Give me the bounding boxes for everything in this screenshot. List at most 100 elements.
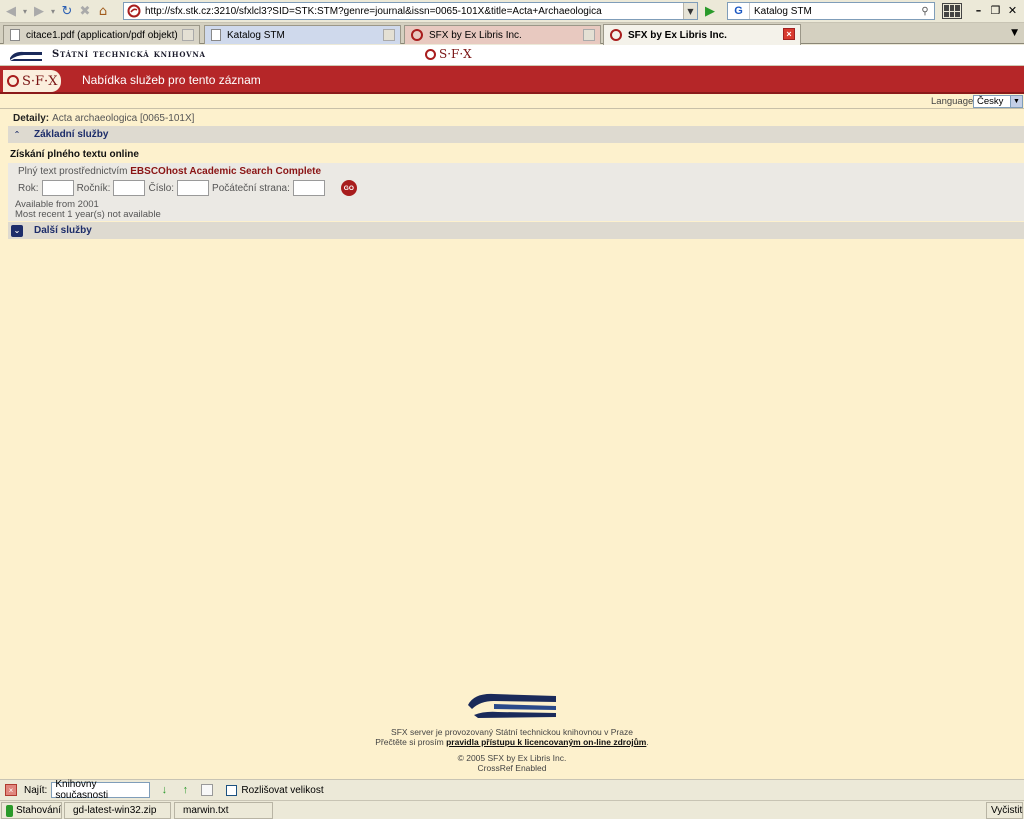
find-bar: × Najít: Knihovny současnosti ↓ ↑ Rozliš… <box>0 779 1024 801</box>
tab-bar: citace1.pdf (application/pdf objekt) Kat… <box>0 23 1024 45</box>
stk-footer-logo-icon <box>468 693 556 718</box>
find-next-icon[interactable]: ↓ <box>157 783 171 797</box>
match-case-checkbox[interactable] <box>226 784 238 796</box>
provider-prefix: Plný text prostřednictvím <box>18 166 128 177</box>
forward-icon[interactable]: ▶ <box>30 2 48 20</box>
search-bar[interactable]: G Katalog STM ⚲ <box>727 2 935 20</box>
tab-close-icon[interactable] <box>583 29 595 41</box>
download-icon <box>6 804 13 817</box>
download-item[interactable]: marwin.txt <box>174 802 273 819</box>
web-page: Státní technická knihovna S·F·X S·F·X Na… <box>0 45 1024 779</box>
url-history-dropdown-icon[interactable]: ▼ <box>683 3 697 19</box>
year-input[interactable] <box>41 180 74 196</box>
section-label[interactable]: Základní služby <box>34 129 108 140</box>
section-other-services[interactable]: ⌄ Další služby <box>8 222 1024 239</box>
chevron-down-icon[interactable]: ▼ <box>1010 96 1022 107</box>
library-name: Státní technická knihovna <box>52 49 206 60</box>
document-icon <box>211 29 221 41</box>
details-label: Detaily: <box>13 113 50 124</box>
footer-policy-prefix: Přečtěte si prosím <box>375 737 444 747</box>
sfx-favicon-icon <box>610 29 622 41</box>
issue-label: Číslo: <box>148 182 175 194</box>
sfx-favicon-icon <box>127 4 141 18</box>
stop-icon[interactable]: ✖ <box>76 2 94 20</box>
issue-input[interactable] <box>177 180 210 196</box>
find-close-icon[interactable]: × <box>5 784 17 796</box>
go-arrow-icon[interactable]: ▶ <box>700 2 720 20</box>
volume-input[interactable] <box>113 180 146 196</box>
page-footer: SFX server je provozovaný Státní technic… <box>0 685 1024 773</box>
highlight-icon[interactable] <box>201 784 214 796</box>
url-text[interactable]: http://sfx.stk.cz:3210/sfxlcl3?SID=STK:S… <box>145 6 683 17</box>
expand-icon[interactable]: ⌄ <box>11 224 23 237</box>
tab-label: Katalog STM <box>227 29 285 41</box>
footer-copyright: © 2005 SFX by Ex Libris Inc. <box>457 753 567 763</box>
library-header: Státní technická knihovna S·F·X <box>0 45 1024 66</box>
match-case-label[interactable]: Rozlišovat velikost <box>241 785 323 796</box>
sfx-logo-text: S·F·X <box>22 73 58 89</box>
search-input[interactable]: Katalog STM <box>750 6 916 17</box>
footer-policy-suffix: . <box>646 737 649 747</box>
language-label: Language <box>931 96 974 107</box>
downloads-label: Stahování <box>15 805 61 816</box>
tab-label: SFX by Ex Libris Inc. <box>429 29 522 41</box>
clear-downloads-button[interactable]: Vyčistit <box>986 802 1023 819</box>
sfx-logo-icon <box>425 48 436 60</box>
tab-label: citace1.pdf (application/pdf objekt) <box>26 29 178 41</box>
search-engine-icon[interactable]: G <box>728 3 750 19</box>
provider-link[interactable]: EBSCOhost Academic Search Complete <box>130 166 321 177</box>
sfx-banner-logo: S·F·X <box>3 70 61 92</box>
tab-list-dropdown-icon[interactable]: ▼ <box>1011 28 1018 38</box>
address-bar[interactable]: http://sfx.stk.cz:3210/sfxlcl3?SID=STK:S… <box>123 2 698 20</box>
language-value: Česky <box>977 96 1004 107</box>
status-bar: Stahování gd-latest-win32.zip marwin.txt… <box>0 800 1024 819</box>
minimize-icon[interactable]: – <box>971 3 986 18</box>
section-label[interactable]: Další služby <box>34 225 92 236</box>
sfx-favicon-icon <box>411 29 423 41</box>
section-basic-services[interactable]: ⌃ Základní služby <box>8 126 1024 143</box>
volume-label: Ročník: <box>76 182 111 194</box>
tab-katalog[interactable]: Katalog STM <box>204 25 401 44</box>
page-title: Nabídka služeb pro tento záznam <box>82 73 261 87</box>
tab-close-icon[interactable] <box>383 29 395 41</box>
back-dropdown-icon[interactable]: ▾ <box>20 2 30 20</box>
windows-menu-icon[interactable] <box>942 3 962 19</box>
sfx-logo-icon <box>7 75 19 87</box>
back-icon[interactable]: ◀ <box>2 2 20 20</box>
find-previous-icon[interactable]: ↑ <box>178 783 192 797</box>
download-item[interactable]: gd-latest-win32.zip <box>64 802 171 819</box>
restore-icon[interactable]: ❐ <box>988 3 1003 18</box>
window-controls: – ❐ ✕ <box>971 3 1020 18</box>
tab-sfx-active[interactable]: SFX by Ex Libris Inc. × <box>603 24 801 45</box>
tab-pdf[interactable]: citace1.pdf (application/pdf objekt) <box>3 25 200 44</box>
footer-policy-link[interactable]: pravidla přístupu k licencovaným on-line… <box>446 737 646 747</box>
start-page-input[interactable] <box>292 180 325 196</box>
home-icon[interactable]: ⌂ <box>94 2 112 20</box>
forward-dropdown-icon[interactable]: ▾ <box>48 2 58 20</box>
stk-logo-icon <box>10 51 42 61</box>
start-page-label: Počáteční strana: <box>212 182 290 194</box>
reload-icon[interactable]: ↻ <box>58 2 76 20</box>
tab-close-icon[interactable] <box>182 29 194 41</box>
language-select[interactable]: Česky ▼ <box>973 95 1023 108</box>
find-input[interactable]: Knihovny současnosti <box>51 779 151 801</box>
sfx-logo-text: S·F·X <box>439 47 472 61</box>
close-icon[interactable]: ✕ <box>1005 3 1020 18</box>
availability-embargo: Most recent 1 year(s) not available <box>15 209 161 220</box>
footer-crossref: CrossRef Enabled <box>477 763 547 773</box>
collapse-icon[interactable]: ⌃ <box>11 129 23 141</box>
find-label: Najít: <box>24 784 48 796</box>
details-value: Acta archaeologica [0065-101X] <box>52 113 195 124</box>
record-details: Detaily: Acta archaeologica [0065-101X] <box>13 113 194 124</box>
downloads-button[interactable]: Stahování <box>1 802 62 819</box>
language-row: Language Česky ▼ <box>0 95 1024 109</box>
search-icon[interactable]: ⚲ <box>916 3 934 19</box>
go-button[interactable]: GO <box>340 180 357 196</box>
tab-label: SFX by Ex Libris Inc. <box>628 29 727 41</box>
title-banner: S·F·X Nabídka služeb pro tento záznam <box>0 66 1024 94</box>
fulltext-heading: Získání plného textu online <box>10 149 139 160</box>
year-label: Rok: <box>18 182 39 194</box>
tab-close-icon[interactable]: × <box>783 28 795 40</box>
document-icon <box>10 29 20 41</box>
tab-sfx-1[interactable]: SFX by Ex Libris Inc. <box>404 25 601 44</box>
